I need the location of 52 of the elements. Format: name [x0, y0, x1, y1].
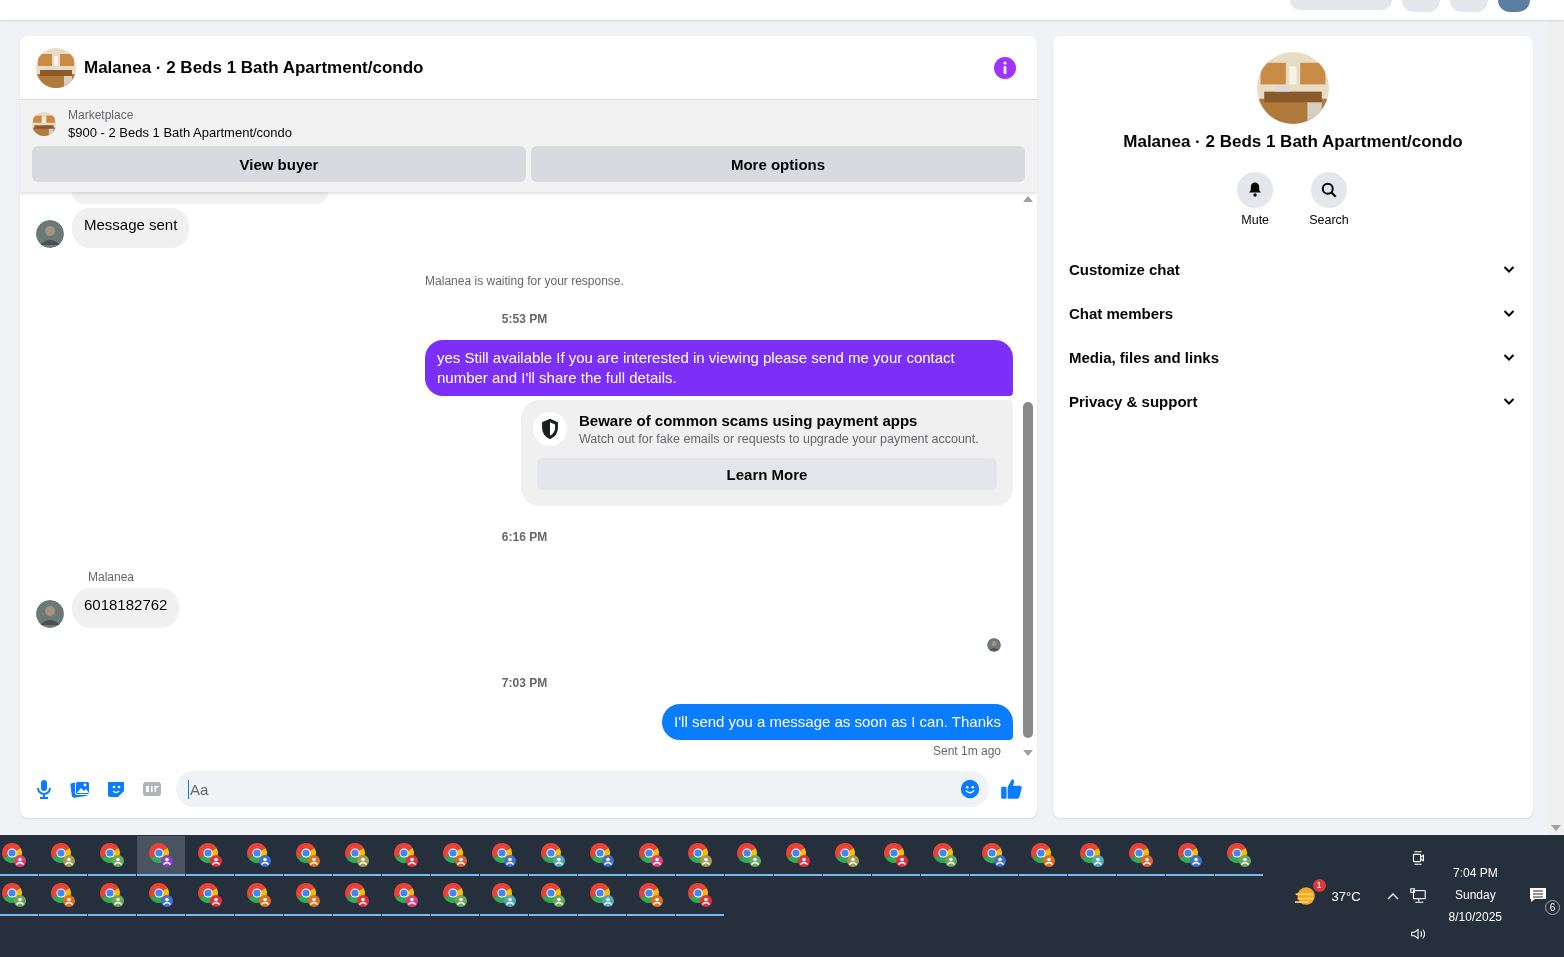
- section-label: Media, files and links: [1069, 348, 1220, 366]
- section-row[interactable]: Chat members: [1061, 291, 1525, 335]
- warning-title: Beware of common scams using payment apps: [579, 412, 919, 429]
- sender-name: Malanea: [88, 570, 135, 584]
- listing-button[interactable]: More options: [531, 146, 1025, 182]
- search-button[interactable]: [1311, 172, 1347, 208]
- timestamp: 5:53 PM: [501, 312, 548, 326]
- avatar[interactable]: [36, 220, 64, 248]
- action-label: Search: [1309, 213, 1349, 227]
- conversation-title: Malanea · 2 Beds 1 Bath Apartment/condo: [1123, 132, 1463, 152]
- search-field[interactable]: [1290, 0, 1392, 10]
- section-label: Customize chat: [1069, 260, 1180, 278]
- message-bubble: Message sent: [72, 208, 190, 248]
- chat-title: Malanea · 2 Beds 1 Bath Apartment/condo: [84, 57, 425, 78]
- listing-source: Marketplace: [68, 108, 135, 122]
- notification-count: 6: [1545, 900, 1560, 915]
- notifications-icon[interactable]: [1528, 885, 1548, 905]
- section-label: Privacy & support: [1069, 392, 1198, 410]
- temperature[interactable]: 37°C: [1331, 888, 1361, 904]
- speaker-icon[interactable]: [1408, 925, 1427, 943]
- clock[interactable]: 7:04 PM Sunday 8/10/2025: [1448, 866, 1502, 926]
- text-input[interactable]: Aa: [188, 779, 959, 799]
- avatar[interactable]: [987, 638, 1001, 652]
- page-scrollbar[interactable]: [1548, 20, 1564, 835]
- search-icon: [1319, 180, 1339, 200]
- timestamp: 6:16 PM: [501, 530, 548, 544]
- message-field[interactable]: Aa: [176, 771, 989, 807]
- listing-title: $900 - 2 Beds 1 Bath Apartment/condo: [68, 125, 293, 140]
- message-bubble: 6018182762: [72, 588, 180, 628]
- profile-avatar[interactable]: [1498, 0, 1530, 12]
- notification-badge: 1: [1312, 879, 1326, 892]
- section-row[interactable]: Customize chat: [1061, 247, 1525, 291]
- section-row[interactable]: Media, files and links: [1061, 335, 1525, 379]
- warning-text: Watch out for fake emails or requests to upgrade your payment account.: [579, 432, 979, 446]
- learn-more-button[interactable]: Learn More: [537, 458, 997, 490]
- mute-button[interactable]: [1237, 172, 1274, 208]
- message-bubble: I'll send you a message as soon as I can. Thanks: [662, 704, 1013, 740]
- avatar[interactable]: [36, 600, 64, 628]
- status-notice: Malanea is waiting for your response.: [425, 274, 624, 288]
- section-label: Chat members: [1069, 304, 1174, 322]
- network-icon[interactable]: [1408, 887, 1427, 905]
- section-row[interactable]: Privacy & support: [1061, 379, 1525, 423]
- taskbar-button[interactable]: [137, 836, 185, 876]
- delivery-status: Sent 1m ago: [932, 744, 1001, 758]
- listing-button[interactable]: View buyer: [32, 146, 526, 182]
- emoji-icon[interactable]: [959, 778, 981, 800]
- thumbs-up-icon[interactable]: [999, 776, 1025, 802]
- info-icon[interactable]: [993, 55, 1017, 80]
- action-label: Mute: [1241, 213, 1270, 227]
- shield-icon: [533, 412, 567, 446]
- timestamp: 7:03 PM: [501, 676, 548, 690]
- message-bubble: yes Still available If you are interested in viewing please send me your contact number and I'll share the full details.: [425, 340, 1013, 396]
